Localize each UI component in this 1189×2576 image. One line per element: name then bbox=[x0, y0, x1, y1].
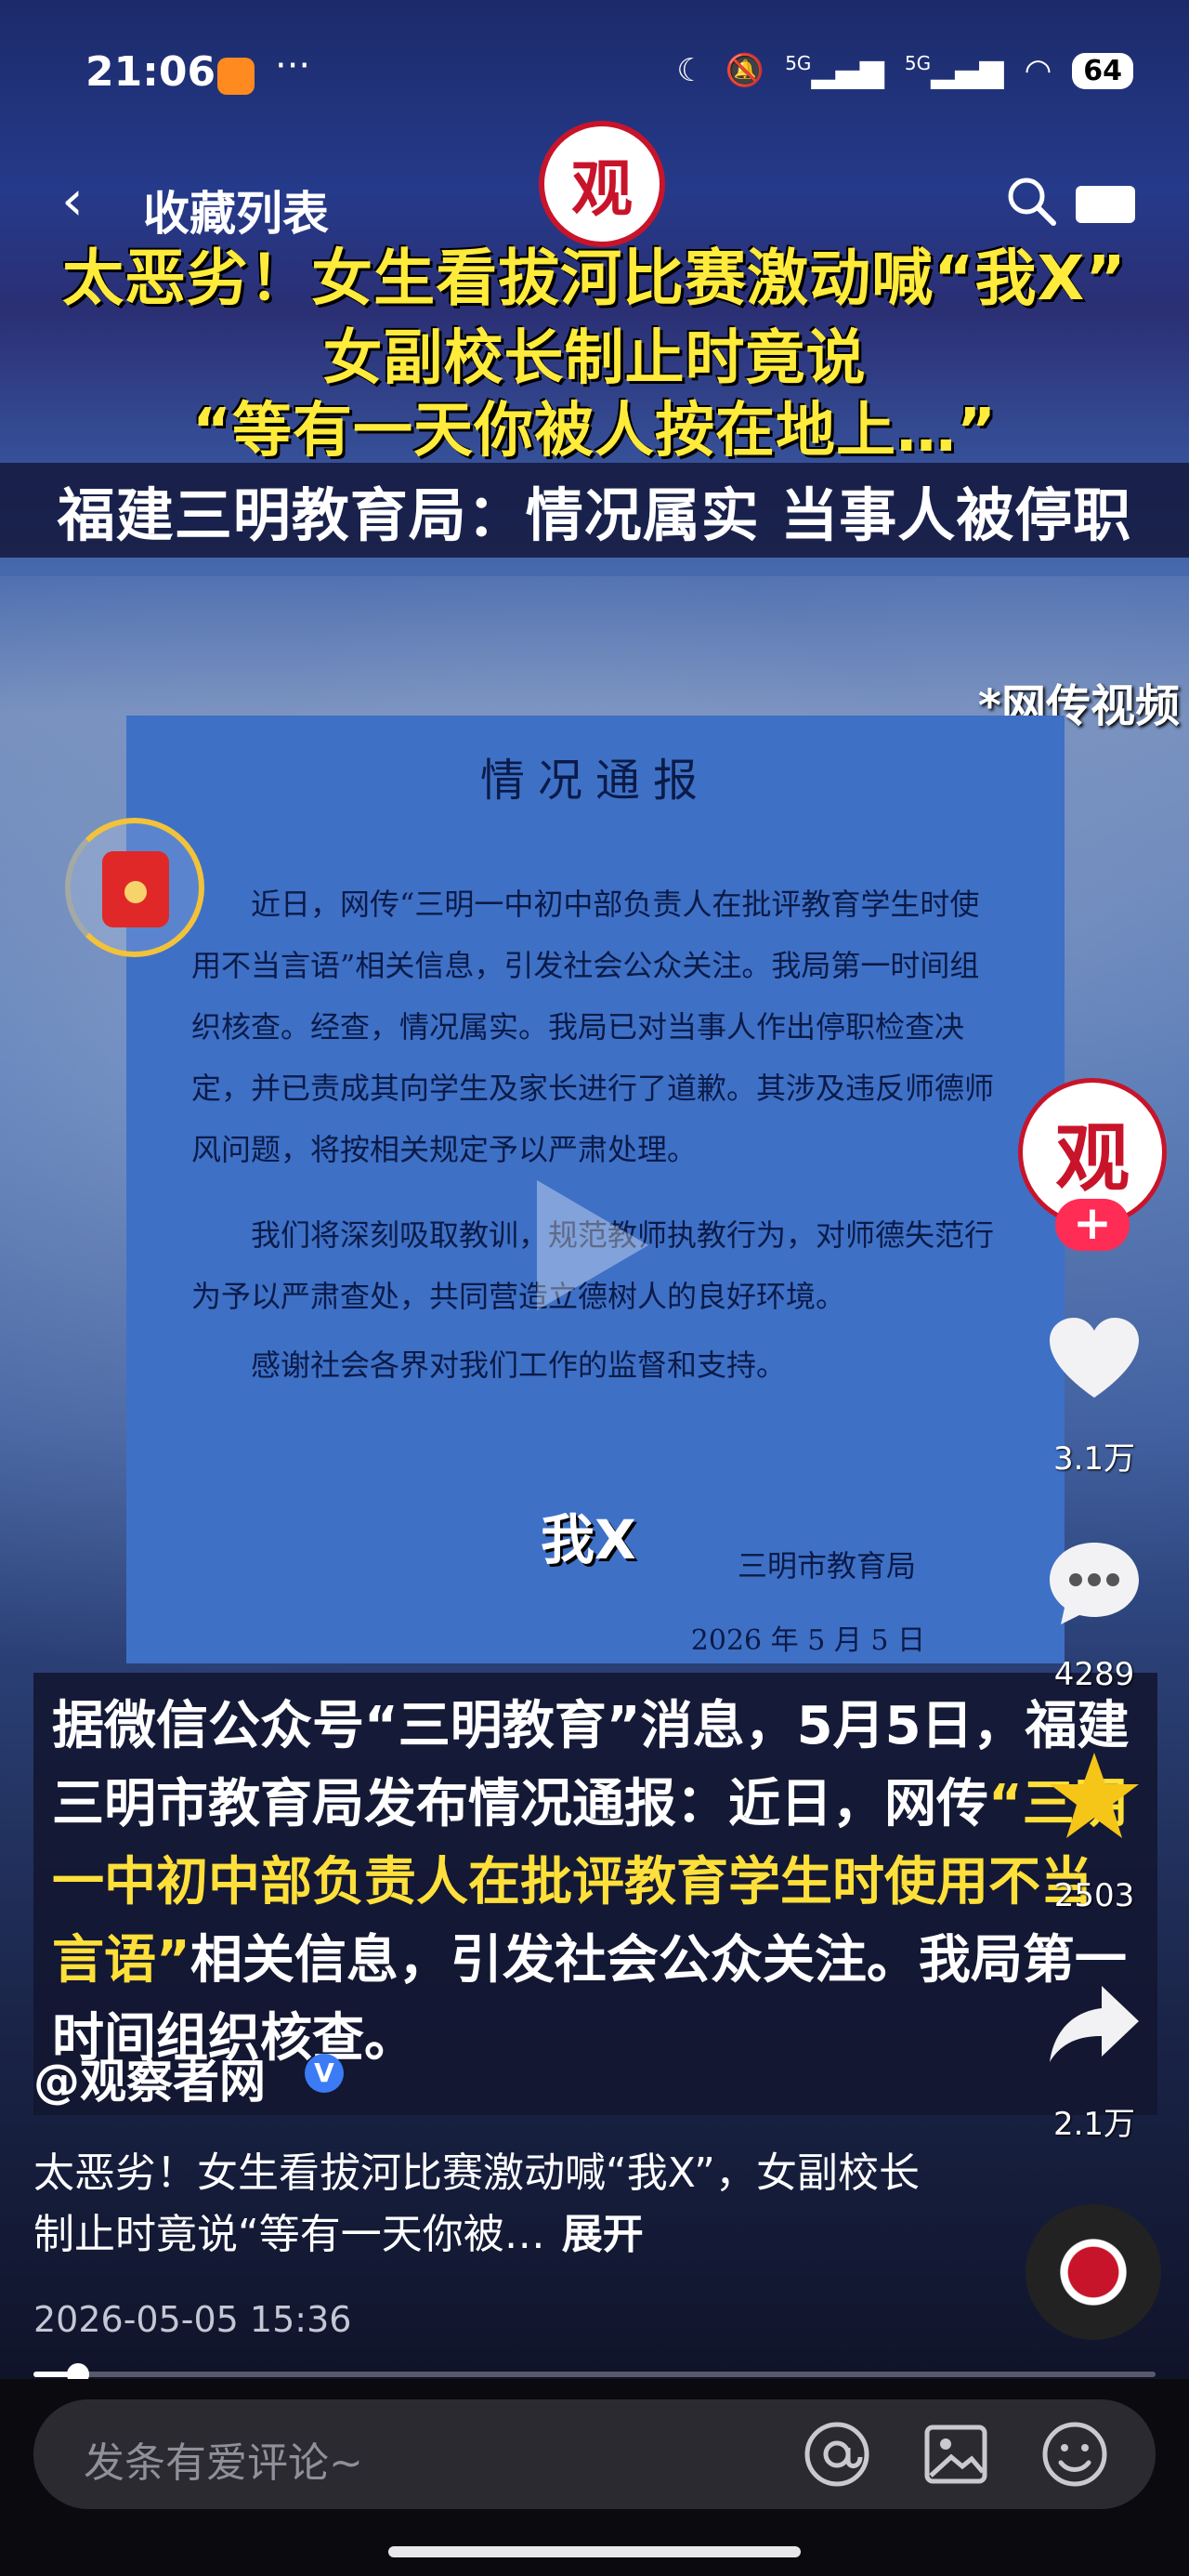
post-description[interactable]: 太恶劣！女生看拔河比赛激动喊“我X”，女副校长制止时竟说“等有一天你被… 展开 bbox=[33, 2143, 944, 2266]
emoji-icon bbox=[1042, 2422, 1107, 2487]
mention-button[interactable] bbox=[803, 2420, 871, 2489]
video-progress-bar[interactable] bbox=[33, 2363, 1156, 2385]
post-timestamp: 2026-05-05 15:36 bbox=[33, 2299, 352, 2340]
notice-paragraph-3: 感谢社会各界对我们工作的监督和支持。 bbox=[251, 1347, 787, 1383]
back-button[interactable]: ‹ bbox=[61, 173, 84, 229]
expand-button[interactable]: 展开 bbox=[562, 2211, 644, 2258]
search-button[interactable] bbox=[1003, 173, 1059, 229]
wifi-icon: ◠ bbox=[1024, 52, 1052, 90]
music-disc-icon[interactable] bbox=[1026, 2204, 1161, 2340]
comment-count: 4289 bbox=[1053, 1656, 1135, 1693]
verified-badge-icon: V bbox=[305, 2054, 344, 2093]
notice-title: 情况通报 bbox=[479, 755, 711, 807]
star-icon bbox=[1050, 1753, 1139, 1838]
home-indicator[interactable] bbox=[388, 2546, 801, 2557]
at-icon bbox=[804, 2422, 869, 2487]
author-name[interactable]: @观察者网 bbox=[33, 2044, 266, 2111]
favorite-button[interactable] bbox=[1046, 1747, 1143, 1844]
caption-text-1: 据微信公众号“三明教育”消息，5月5日，福建三明市教育局发布情况通报：近日，网传 bbox=[52, 1696, 1130, 1834]
system-icons: ☾ 🔕 5G▂▄▆ 5G▂▄▆ ◠ 64 bbox=[676, 52, 1133, 89]
share-top-button[interactable] bbox=[1074, 182, 1137, 225]
notice-date: 2026 年 5 月 5 日 bbox=[690, 1624, 925, 1657]
notice-paragraph-1: 近日，网传“三明一中初中部负责人在批评教育学生时使用不当言语”相关信息，引发社会… bbox=[191, 887, 995, 1167]
share-count: 2.1万 bbox=[1052, 2106, 1136, 2143]
like-count: 3.1万 bbox=[1052, 1440, 1136, 1478]
image-icon bbox=[924, 2425, 987, 2484]
headline-line-3: “等有一天你被人按在地上…” bbox=[191, 397, 998, 466]
comment-button[interactable] bbox=[1046, 1535, 1143, 1632]
image-button[interactable] bbox=[921, 2420, 990, 2489]
search-icon bbox=[1008, 177, 1056, 226]
share-icon bbox=[1076, 186, 1135, 223]
follow-button[interactable]: + bbox=[1055, 1199, 1130, 1251]
post-description-text: 太恶劣！女生看拔河比赛激动喊“我X”，女副校长制止时竟说“等有一天你被… bbox=[33, 2149, 920, 2258]
heart-icon bbox=[1050, 1318, 1139, 1398]
headline-line-4: 福建三明教育局：情况属实 当事人被停职 bbox=[0, 463, 1189, 558]
share-arrow-icon bbox=[1050, 1986, 1139, 2062]
emoji-button[interactable] bbox=[1040, 2420, 1109, 2489]
red-packet-icon[interactable] bbox=[102, 851, 169, 927]
overlay-word: 我X bbox=[541, 1508, 636, 1571]
chevron-left-icon: ‹ bbox=[61, 168, 84, 233]
more-notifications-icon: ··· bbox=[275, 45, 311, 87]
comment-icon bbox=[1050, 1543, 1139, 1624]
moon-icon: ☾ bbox=[676, 52, 705, 90]
comment-placeholder: 发条有爱评论~ bbox=[84, 2439, 363, 2487]
taobao-app-icon bbox=[217, 58, 255, 95]
headline-line-1: 太恶劣！女生看拔河比赛激动喊“我X” bbox=[62, 243, 1127, 314]
signal-5g-icon: 5G▂▄▆ bbox=[785, 52, 884, 90]
like-button[interactable] bbox=[1046, 1310, 1143, 1407]
share-button[interactable] bbox=[1046, 1976, 1143, 2072]
battery-indicator: 64 bbox=[1072, 52, 1133, 89]
status-time: 21:06 bbox=[85, 48, 216, 96]
signal-5g-icon-2: 5G▂▄▆ bbox=[904, 52, 1004, 90]
favorite-count: 2503 bbox=[1053, 1877, 1135, 1914]
play-icon[interactable] bbox=[537, 1180, 648, 1310]
notice-signature: 三明市教育局 bbox=[737, 1548, 916, 1584]
mute-bell-icon: 🔕 bbox=[725, 52, 765, 90]
